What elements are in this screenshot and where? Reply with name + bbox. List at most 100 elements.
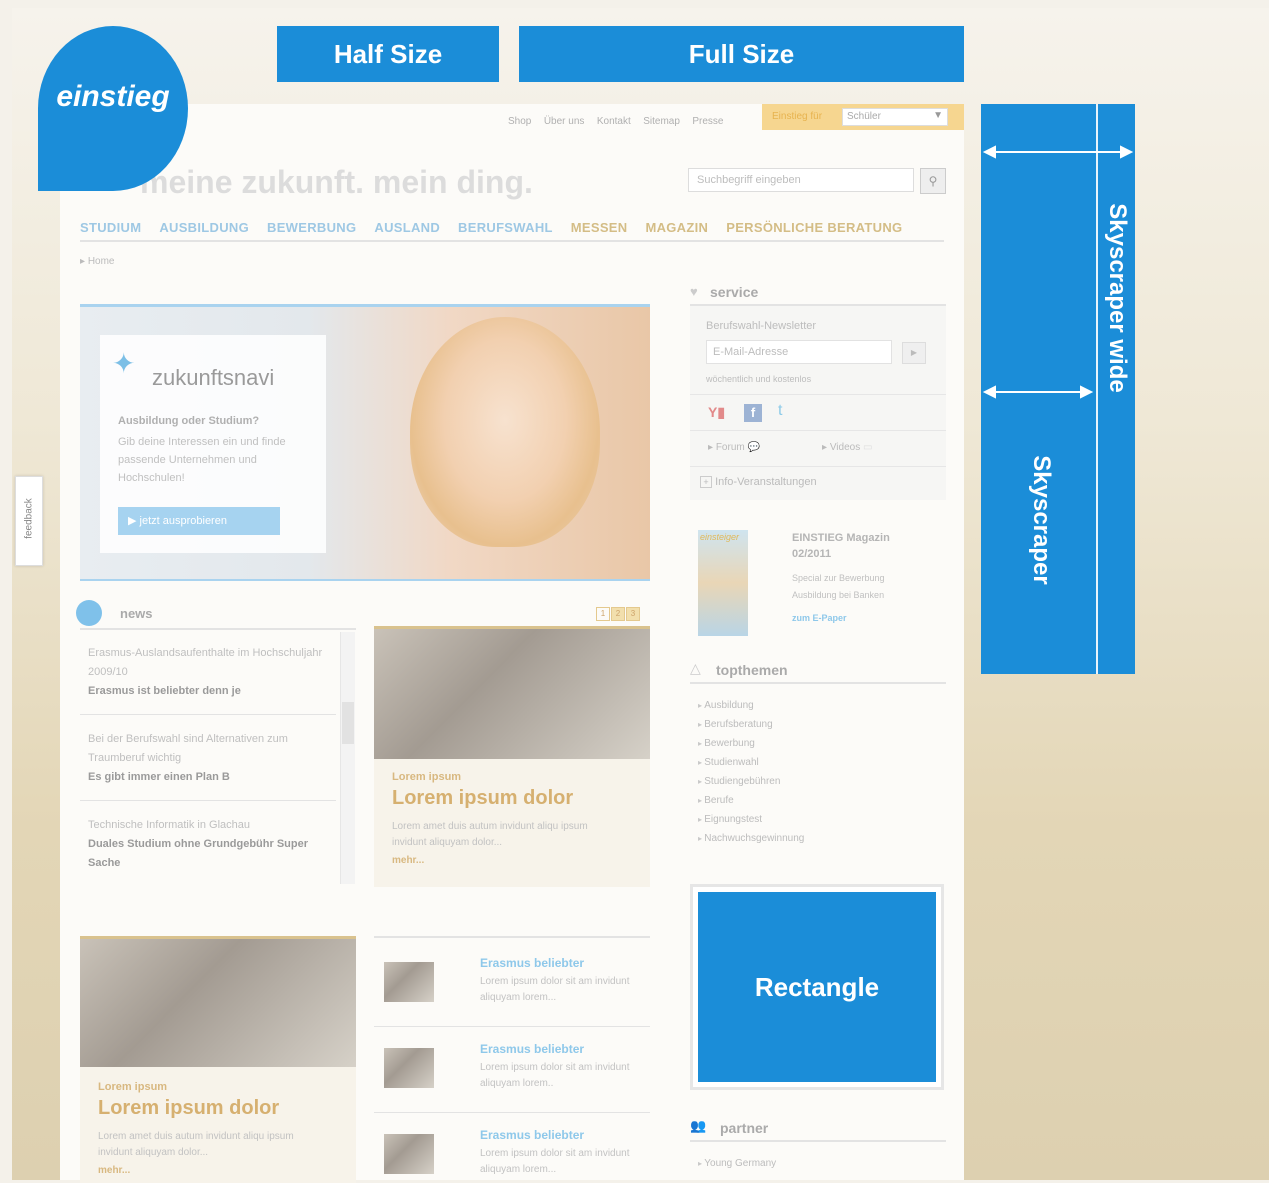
news-item[interactable]: Technische Informatik in Glachau Duales … (88, 816, 328, 873)
news-page-2[interactable]: 2 (611, 607, 625, 621)
info-events-label: Info-Veranstaltungen (715, 476, 817, 488)
news-scrollbar-thumb[interactable] (342, 702, 354, 744)
info-events-link[interactable]: + Info-Veranstaltungen (700, 476, 817, 488)
email-placeholder: E-Mail-Adresse (713, 346, 789, 358)
nav-ausland[interactable]: AUSLAND (374, 220, 440, 235)
mini-thumb (384, 1048, 434, 1088)
audience-label: Einstieg für (772, 111, 823, 122)
news-scrollbar[interactable] (340, 632, 355, 884)
twitter-icon[interactable]: t (778, 402, 782, 420)
nav-persoenliche-beratung[interactable]: PERSÖNLICHE BERATUNG (726, 220, 902, 235)
newsletter-label: Berufswahl-Newsletter (706, 320, 817, 332)
topthemen-item[interactable]: Berufe (698, 791, 804, 810)
link-ueber-uns[interactable]: Über uns (544, 116, 585, 127)
mini-list-item[interactable]: Erasmus beliebter Lorem ipsum dolor sit … (384, 1128, 644, 1180)
newsletter-submit-button[interactable]: ▶ (902, 342, 926, 364)
topthemen-title: topthemen (716, 662, 788, 678)
link-kontakt[interactable]: Kontakt (597, 116, 631, 127)
topthemen-item[interactable]: Studienwahl (698, 753, 804, 772)
youtube-icon[interactable]: Y▮ (708, 404, 725, 421)
topthemen-item[interactable]: Eignungstest (698, 810, 804, 829)
teaser-1-title: Lorem ipsum dolor (392, 787, 574, 809)
link-presse[interactable]: Presse (692, 116, 723, 127)
nav-studium[interactable]: STUDIUM (80, 220, 141, 235)
news-page-3[interactable]: 3 (626, 607, 640, 621)
news-item-line: Erasmus-Auslandsaufenthalte im Hochschul… (88, 647, 323, 678)
teaser-card-1[interactable]: Lorem ipsum Lorem ipsum dolor Lorem amet… (374, 626, 650, 887)
feedback-tab[interactable]: feedback (15, 476, 43, 566)
teaser-2-kicker: Lorem ipsum (98, 1081, 168, 1093)
hero-text: Gib deine Interessen ein und finde passe… (118, 436, 286, 484)
news-list: Erasmus-Auslandsaufenthalte im Hochschul… (80, 632, 356, 884)
teaser-1-more-link[interactable]: mehr... (392, 855, 424, 866)
link-shop[interactable]: Shop (508, 116, 531, 127)
magazine-cover[interactable]: einsteiger (698, 530, 748, 636)
half-size-label: Half Size (333, 38, 443, 69)
forum-link[interactable]: ▸ Forum 💬 (708, 442, 760, 453)
news-item-headline: Duales Studium ohne Grundgebühr Super Sa… (88, 838, 309, 869)
skyscraper-label-box: Skyscraper (1022, 430, 1060, 610)
main-nav: STUDIUM AUSBILDUNG BEWERBUNG AUSLAND BER… (80, 220, 902, 235)
hero-cta-button[interactable]: ▶ jetzt ausprobieren (118, 507, 280, 535)
partner-item[interactable]: Young Germany (698, 1154, 776, 1173)
logo-text: einstieg (56, 80, 170, 113)
topthemen-item[interactable]: Berufsberatung (698, 715, 804, 734)
magazine-cover-word: einsteiger (700, 532, 740, 542)
warning-icon: △ (690, 660, 701, 676)
rectangle-label: Rectangle (754, 971, 880, 1002)
compass-icon: ✦ (112, 348, 136, 379)
news-item[interactable]: Erasmus-Auslandsaufenthalte im Hochschul… (88, 644, 328, 701)
audience-select[interactable]: Schüler ▼ (842, 108, 948, 126)
mini-list-item[interactable]: Erasmus beliebter Lorem ipsum dolor sit … (384, 1042, 644, 1114)
mini-thumb (384, 1134, 434, 1174)
search-input[interactable]: Suchbegriff eingeben (688, 168, 914, 192)
search-placeholder: Suchbegriff eingeben (697, 174, 801, 186)
topthemen-item[interactable]: Bewerbung (698, 734, 804, 753)
magazine-text: Special zur Bewerbung Ausbildung bei Ban… (792, 573, 885, 600)
news-separator (80, 800, 336, 801)
service-separator (690, 466, 946, 467)
news-item[interactable]: Bei der Berufswahl sind Alternativen zum… (88, 730, 328, 787)
videos-label: Videos (829, 442, 861, 453)
facebook-icon[interactable]: f (744, 404, 762, 422)
hero-banner[interactable]: ✦ zukunftsnavi Ausbildung oder Studium? … (80, 304, 650, 581)
breadcrumb-home: Home (87, 256, 115, 267)
mini-separator (374, 1026, 650, 1027)
email-field[interactable]: E-Mail-Adresse (706, 340, 892, 364)
hero-headline: Ausbildung oder Studium? (118, 415, 260, 427)
mini-title: Erasmus beliebter (480, 1042, 585, 1056)
epaper-link[interactable]: zum E-Paper (792, 613, 847, 623)
teaser-2-more-link[interactable]: mehr... (98, 1165, 130, 1176)
topthemen-item[interactable]: Nachwuchsgewinnung (698, 829, 804, 848)
nav-messen[interactable]: MESSEN (571, 220, 628, 235)
slogan: meine zukunft. mein ding. (140, 164, 533, 200)
mini-list-divider (374, 936, 650, 938)
mini-text: Lorem ipsum dolor sit am invidunt aliquy… (480, 976, 630, 1003)
mini-text: Lorem ipsum dolor sit am invidunt aliquy… (480, 1148, 630, 1175)
news-item-line: Technische Informatik in Glachau (88, 819, 251, 831)
logo[interactable]: einstieg (38, 26, 188, 191)
news-page-1[interactable]: 1 (596, 607, 610, 621)
speech-bubble-icon: 💬 (747, 442, 760, 453)
search-button[interactable]: ⚲ (920, 168, 946, 194)
breadcrumb[interactable]: ▸ Home (80, 256, 115, 267)
videos-link[interactable]: ▸ Videos ▭ (822, 442, 872, 453)
mini-list-item[interactable]: Erasmus beliebter Lorem ipsum dolor sit … (384, 956, 644, 1028)
nav-bewerbung[interactable]: BEWERBUNG (267, 220, 356, 235)
nav-berufswahl[interactable]: BERUFSWAHL (458, 220, 553, 235)
double-arrow-icon (982, 385, 1094, 399)
link-sitemap[interactable]: Sitemap (643, 116, 680, 127)
topthemen-item[interactable]: Studiengebühren (698, 772, 804, 791)
teaser-card-2[interactable]: Lorem ipsum Lorem ipsum dolor Lorem amet… (80, 936, 356, 1183)
chevron-down-icon: ▼ (933, 110, 943, 121)
topthemen-list: Ausbildung Berufsberatung Bewerbung Stud… (698, 696, 804, 848)
topthemen-item[interactable]: Ausbildung (698, 696, 804, 715)
nav-magazin[interactable]: MAGAZIN (645, 220, 708, 235)
news-pagination: 1 2 3 (596, 607, 640, 621)
top-links: Shop Über uns Kontakt Sitemap Presse (500, 111, 723, 129)
audience-value: Schüler (847, 111, 881, 122)
mini-title: Erasmus beliebter (480, 956, 585, 970)
forum-label: Forum (715, 442, 745, 453)
nav-ausbildung[interactable]: AUSBILDUNG (159, 220, 249, 235)
teaser-2-title: Lorem ipsum dolor (98, 1097, 280, 1119)
